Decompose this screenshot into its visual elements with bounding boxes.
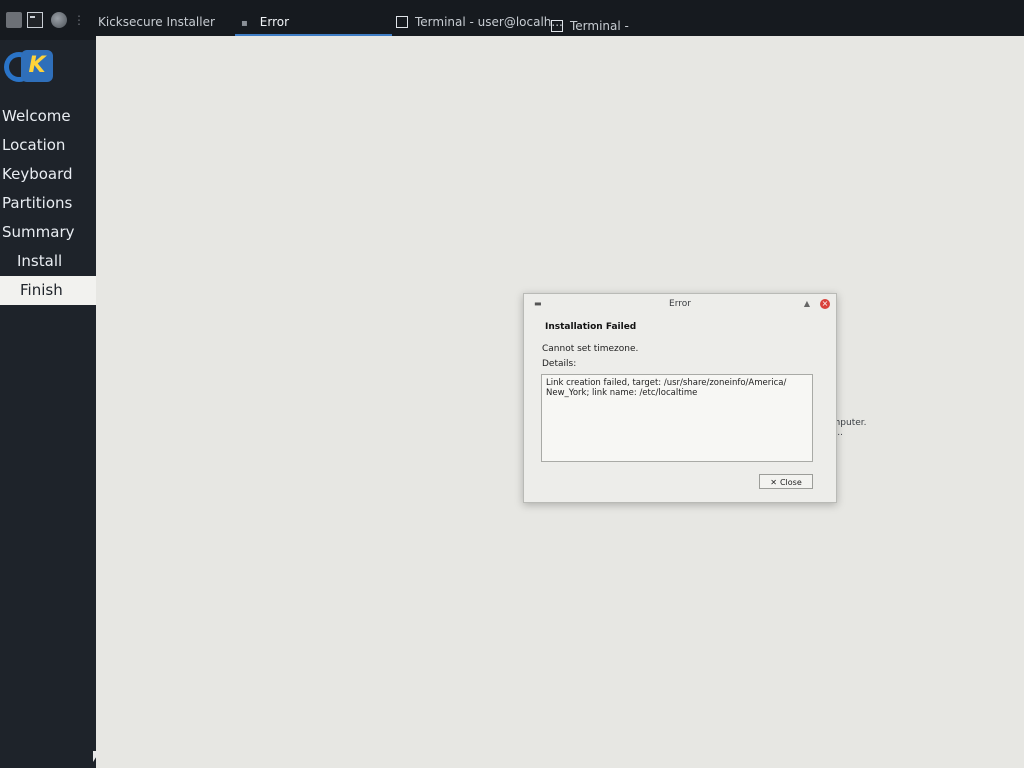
installer-sidebar: K Welcome Location Keyboard Partitions S…: [0, 40, 108, 768]
kicksecure-logo: K: [4, 50, 53, 84]
details-textbox[interactable]: Link creation failed, target: /usr/share…: [541, 374, 813, 462]
step-list: Welcome Location Keyboard Partitions Sum…: [0, 102, 108, 305]
step-install[interactable]: Install: [0, 247, 108, 276]
error-message: Cannot set timezone.: [542, 344, 639, 354]
grip-icon: ⋮: [73, 13, 85, 27]
maximize-icon[interactable]: ▲: [804, 294, 810, 314]
window-menu-icon[interactable]: ▬: [534, 294, 542, 314]
task-terminal-2[interactable]: Terminal -: [545, 14, 635, 38]
error-dialog: ▬ Error ▲ × Installation Failed Cannot s…: [523, 293, 837, 503]
dialog-heading: Installation Failed: [545, 322, 637, 332]
terminal-icon[interactable]: [27, 12, 43, 28]
task-label: Error: [259, 15, 290, 29]
details-label: Details:: [542, 359, 577, 369]
task-terminal-1[interactable]: Terminal - user@localh...: [390, 10, 569, 34]
step-finish[interactable]: Finish: [0, 276, 108, 305]
terminal-icon: [551, 20, 563, 32]
dialog-title: Error: [669, 299, 691, 309]
browser-icon[interactable]: [51, 12, 67, 28]
step-welcome[interactable]: Welcome: [0, 102, 108, 131]
file-manager-icon[interactable]: [6, 12, 22, 28]
taskbar: ⋮ Kicksecure Installer ▪ Error Terminal -…: [0, 0, 1024, 40]
task-error[interactable]: ▪ Error: [235, 10, 392, 36]
mouse-pointer-icon: [93, 751, 100, 762]
terminal-icon: [396, 16, 408, 28]
step-summary[interactable]: Summary: [0, 218, 108, 247]
task-label: Terminal - user@localh...: [415, 15, 563, 29]
task-label: Terminal -: [570, 19, 629, 33]
pin-icon: ▪: [241, 18, 248, 29]
step-location[interactable]: Location: [0, 131, 108, 160]
task-label: Kicksecure Installer: [98, 15, 215, 29]
task-kicksecure-installer[interactable]: Kicksecure Installer: [92, 10, 221, 34]
close-button[interactable]: ✕ Close: [759, 474, 813, 489]
close-icon[interactable]: ×: [820, 299, 830, 309]
close-x-icon: ✕: [770, 478, 777, 487]
dialog-titlebar[interactable]: ▬ Error ▲ ×: [524, 294, 836, 314]
step-keyboard[interactable]: Keyboard: [0, 160, 108, 189]
step-partitions[interactable]: Partitions: [0, 189, 108, 218]
close-button-label: Close: [779, 478, 802, 487]
